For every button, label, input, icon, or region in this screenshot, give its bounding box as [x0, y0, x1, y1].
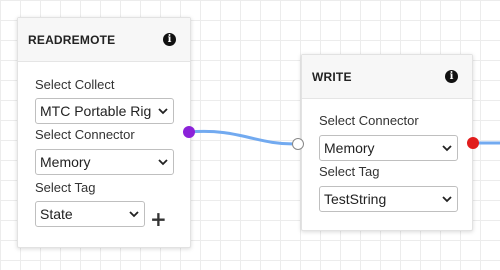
write-output-port[interactable]: [467, 137, 479, 149]
readremote-node[interactable]: READREMOTE i Select Collect MTC Portable…: [17, 17, 191, 248]
write-node-header[interactable]: WRITE i: [302, 55, 472, 99]
write-node-body: Select Connector Memory Select Tag TestS…: [302, 113, 472, 212]
select-connector-value: Memory: [324, 140, 375, 156]
info-icon[interactable]: i: [445, 70, 458, 83]
select-tag-value: TestString: [324, 191, 387, 207]
add-tag-button[interactable]: +: [150, 209, 167, 229]
flow-canvas[interactable]: READREMOTE i Select Collect MTC Portable…: [0, 0, 500, 270]
chevron-down-icon: [442, 145, 452, 152]
select-connector-dropdown[interactable]: Memory: [35, 149, 174, 175]
wire-readremote-to-write: [188, 129, 299, 146]
select-connector-value: Memory: [40, 154, 91, 170]
select-connector-label: Select Connector: [35, 127, 135, 142]
write-input-port[interactable]: [292, 138, 304, 150]
select-tag-value: State: [40, 206, 73, 222]
select-collect-label: Select Collect: [35, 77, 115, 92]
readremote-output-port[interactable]: [183, 126, 195, 138]
write-node[interactable]: WRITE i Select Connector Memory Select T…: [301, 54, 473, 231]
readremote-node-body: Select Collect MTC Portable Rig Select C…: [18, 77, 190, 227]
node-title: READREMOTE: [28, 32, 116, 47]
select-connector-label: Select Connector: [319, 113, 419, 128]
node-title: WRITE: [312, 69, 352, 84]
select-collect-value: MTC Portable Rig: [40, 103, 152, 119]
chevron-down-icon: [158, 159, 168, 166]
select-tag-dropdown[interactable]: TestString: [319, 186, 458, 212]
select-collect-dropdown[interactable]: MTC Portable Rig: [35, 98, 174, 124]
select-tag-dropdown[interactable]: State: [35, 201, 145, 227]
chevron-down-icon: [158, 108, 168, 115]
select-connector-dropdown[interactable]: Memory: [319, 135, 458, 161]
info-icon[interactable]: i: [163, 33, 176, 46]
chevron-down-icon: [129, 211, 139, 218]
select-tag-label: Select Tag: [35, 180, 96, 195]
readremote-node-header[interactable]: READREMOTE i: [18, 18, 190, 62]
select-tag-label: Select Tag: [319, 164, 380, 179]
chevron-down-icon: [442, 196, 452, 203]
